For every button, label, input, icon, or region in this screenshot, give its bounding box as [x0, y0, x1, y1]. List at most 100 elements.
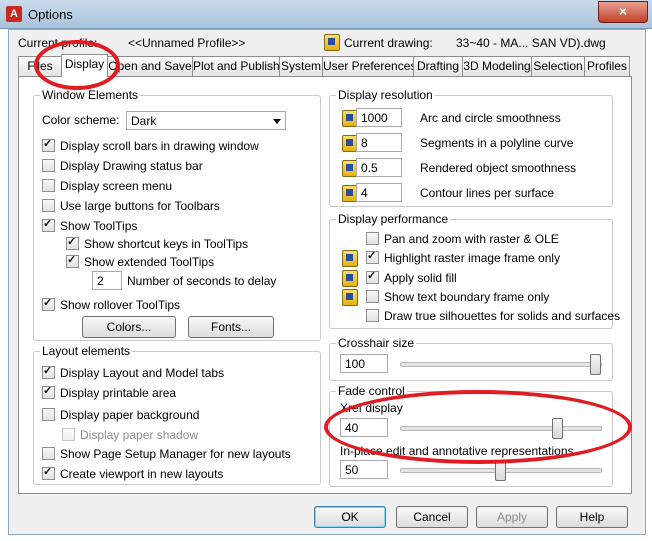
tab-system[interactable]: System: [279, 56, 323, 76]
show-rollover-checkbox[interactable]: Show rollover ToolTips: [42, 296, 181, 312]
display-scroll-bars-checkbox[interactable]: Display scroll bars in drawing window: [42, 137, 259, 153]
inplace-fade-slider-thumb[interactable]: [495, 460, 506, 481]
chevron-down-icon: [273, 119, 281, 124]
apply-button[interactable]: Apply: [476, 506, 548, 528]
create-viewport-checkbox[interactable]: Create viewport in new layouts: [42, 465, 224, 481]
draw-silhouettes-checkbox[interactable]: Draw true silhouettes for solids and sur…: [366, 309, 620, 323]
tab-3d-modeling[interactable]: 3D Modeling: [462, 56, 532, 76]
checkbox-box[interactable]: [366, 249, 379, 264]
color-scheme-select[interactable]: Dark: [126, 111, 286, 130]
display-performance-title: Display performance: [336, 212, 451, 226]
checkbox-box[interactable]: [42, 384, 55, 399]
checkbox-box[interactable]: [366, 269, 379, 284]
create-viewport-label: Create viewport in new layouts: [60, 467, 224, 481]
color-scheme-label: Color scheme:: [42, 113, 120, 127]
tab-user-preferences[interactable]: User Preferences: [322, 56, 414, 76]
checkbox-box[interactable]: [42, 364, 55, 379]
inplace-fade-input[interactable]: 50: [340, 460, 388, 479]
display-layout-tabs-label: Display Layout and Model tabs: [60, 366, 225, 380]
autocad-app-icon: A: [6, 6, 22, 22]
seconds-delay-input[interactable]: 2: [92, 271, 122, 290]
rendered-smoothness-input[interactable]: 0.5: [356, 158, 402, 177]
current-profile-label: Current profile:: [18, 36, 98, 50]
pan-zoom-raster-checkbox[interactable]: Pan and zoom with raster & OLE: [366, 232, 559, 246]
fonts-button[interactable]: Fonts...: [188, 316, 274, 338]
title-bar: [0, 0, 652, 29]
contour-lines-input[interactable]: 4: [356, 183, 402, 202]
tab-plot-and-publish[interactable]: Plot and Publish: [192, 56, 280, 76]
drawing-saved-icon: [342, 250, 358, 267]
checkbox-box[interactable]: [42, 137, 55, 152]
display-layout-tabs-checkbox[interactable]: Display Layout and Model tabs: [42, 364, 225, 380]
tab-profiles[interactable]: Profiles: [584, 56, 630, 76]
checkbox-box[interactable]: [366, 290, 379, 303]
cancel-button[interactable]: Cancel: [396, 506, 468, 528]
display-paper-shadow-checkbox[interactable]: Display paper shadow: [62, 428, 198, 442]
show-tooltips-checkbox[interactable]: Show ToolTips: [42, 217, 138, 233]
tab-selection[interactable]: Selection: [531, 56, 585, 76]
show-page-setup-checkbox[interactable]: Show Page Setup Manager for new layouts: [42, 447, 291, 461]
crosshair-slider-thumb[interactable]: [590, 354, 601, 375]
current-drawing-label: Current drawing:: [344, 36, 433, 50]
checkbox-box[interactable]: [42, 296, 55, 311]
help-button[interactable]: Help: [556, 506, 628, 528]
show-extended-tooltips-checkbox[interactable]: Show extended ToolTips: [66, 253, 214, 269]
crosshair-size-input[interactable]: 100: [340, 354, 388, 373]
xref-display-label: Xref display: [340, 401, 403, 415]
display-status-bar-checkbox[interactable]: Display Drawing status bar: [42, 159, 203, 173]
large-buttons-label: Use large buttons for Toolbars: [60, 199, 220, 213]
checkbox-box[interactable]: [366, 232, 379, 245]
window-elements-title: Window Elements: [40, 88, 141, 102]
checkbox-box[interactable]: [366, 309, 379, 322]
polyline-segments-label: Segments in a polyline curve: [420, 136, 574, 150]
seconds-delay-label: Number of seconds to delay: [127, 274, 277, 288]
window-title: Options: [28, 7, 73, 22]
show-rollover-label: Show rollover ToolTips: [60, 298, 181, 312]
show-shortcut-keys-checkbox[interactable]: Show shortcut keys in ToolTips: [66, 235, 248, 251]
checkbox-box[interactable]: [66, 253, 79, 268]
display-paper-shadow-label: Display paper shadow: [80, 428, 199, 442]
display-screen-menu-label: Display screen menu: [60, 179, 173, 193]
crosshair-slider-track[interactable]: [400, 362, 602, 367]
checkbox-box[interactable]: [42, 199, 55, 212]
checkbox-box[interactable]: [66, 235, 79, 250]
colors-button[interactable]: Colors...: [82, 316, 176, 338]
display-paper-background-label: Display paper background: [60, 408, 200, 422]
crosshair-size-title: Crosshair size: [336, 336, 417, 350]
arc-smoothness-input[interactable]: 1000: [356, 108, 402, 127]
apply-solid-fill-checkbox[interactable]: Apply solid fill: [366, 269, 457, 285]
highlight-raster-checkbox[interactable]: Highlight raster image frame only: [366, 249, 560, 265]
display-performance-group: Display performance Pan and zoom with ra…: [329, 212, 620, 329]
checkbox-box[interactable]: [42, 465, 55, 480]
show-text-boundary-checkbox[interactable]: Show text boundary frame only: [366, 290, 549, 304]
display-printable-area-label: Display printable area: [60, 386, 177, 400]
large-buttons-checkbox[interactable]: Use large buttons for Toolbars: [42, 199, 220, 213]
xref-fade-input[interactable]: 40: [340, 418, 388, 437]
show-tooltips-label: Show ToolTips: [60, 219, 138, 233]
display-printable-area-checkbox[interactable]: Display printable area: [42, 384, 177, 400]
display-scroll-bars-label: Display scroll bars in drawing window: [60, 139, 259, 153]
polyline-segments-input[interactable]: 8: [356, 133, 402, 152]
checkbox-box[interactable]: [42, 408, 55, 421]
current-profile-value: <<Unnamed Profile>>: [128, 36, 246, 50]
tab-open-and-save[interactable]: Open and Save: [107, 56, 193, 76]
current-drawing-value: 33~40 - MA... SAN VD).dwg: [456, 36, 606, 50]
checkbox-box[interactable]: [42, 217, 55, 232]
ok-button[interactable]: OK: [314, 506, 386, 528]
fade-control-title: Fade control: [336, 384, 407, 398]
tab-files[interactable]: Files: [18, 56, 62, 76]
xref-fade-slider-track[interactable]: [400, 426, 602, 431]
display-screen-menu-checkbox[interactable]: Display screen menu: [42, 179, 172, 193]
tab-display[interactable]: Display: [61, 54, 108, 77]
apply-solid-fill-label: Apply solid fill: [384, 271, 457, 285]
display-tab-panel: Window Elements Color scheme: Dark Displ…: [18, 76, 632, 494]
crosshair-size-group: Crosshair size 100: [329, 336, 613, 381]
checkbox-box[interactable]: [42, 159, 55, 172]
display-paper-background-checkbox[interactable]: Display paper background: [42, 408, 199, 422]
checkbox-box[interactable]: [42, 447, 55, 460]
close-button[interactable]: ×: [598, 1, 648, 23]
tab-drafting[interactable]: Drafting: [413, 56, 463, 76]
xref-fade-slider-thumb[interactable]: [552, 418, 563, 439]
checkbox-box[interactable]: [62, 428, 75, 441]
checkbox-box[interactable]: [42, 179, 55, 192]
